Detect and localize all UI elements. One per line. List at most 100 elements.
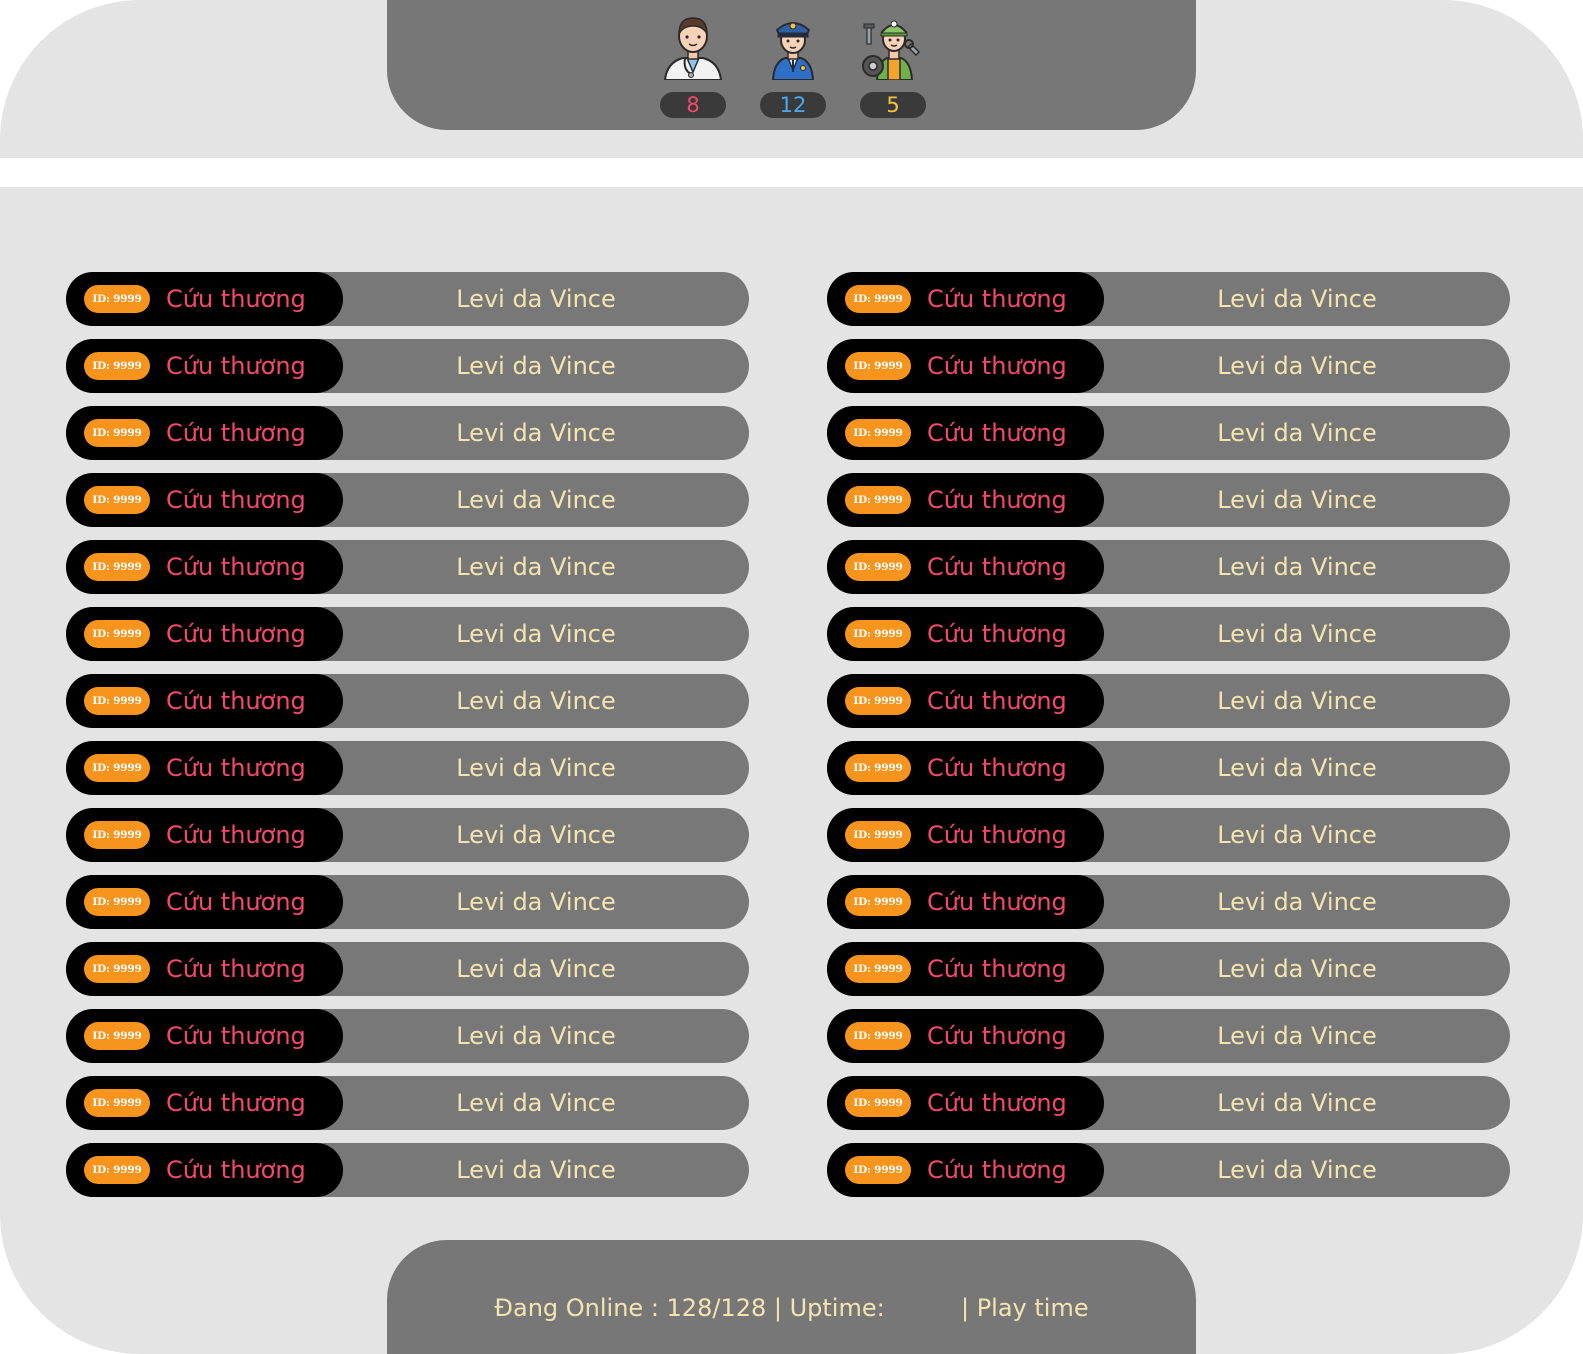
player-name: Levi da Vince: [1217, 352, 1377, 380]
player-row[interactable]: ID: 9999 Cứu thương Levi da Vince: [66, 808, 749, 862]
player-row[interactable]: ID: 9999 Cứu thương Levi da Vince: [66, 942, 749, 996]
player-row[interactable]: ID: 9999 Cứu thương Levi da Vince: [66, 272, 749, 326]
player-name: Levi da Vince: [1217, 1089, 1377, 1117]
player-job-label: Cứu thương: [166, 888, 306, 916]
player-name: Levi da Vince: [456, 285, 616, 313]
player-row-left: ID: 9999 Cứu thương: [827, 339, 1104, 393]
player-row-left: ID: 9999 Cứu thương: [827, 1009, 1104, 1063]
player-name: Levi da Vince: [1217, 955, 1377, 983]
player-row-left: ID: 9999 Cứu thương: [66, 272, 343, 326]
player-row[interactable]: ID: 9999 Cứu thương Levi da Vince: [66, 339, 749, 393]
player-row[interactable]: ID: 9999 Cứu thương Levi da Vince: [66, 674, 749, 728]
player-id-badge: ID: 9999: [84, 352, 150, 380]
player-name: Levi da Vince: [456, 687, 616, 715]
player-name: Levi da Vince: [1217, 821, 1377, 849]
player-row-left: ID: 9999 Cứu thương: [66, 942, 343, 996]
player-name: Levi da Vince: [456, 1156, 616, 1184]
player-id-badge: ID: 9999: [84, 754, 150, 782]
player-row[interactable]: ID: 9999 Cứu thương Levi da Vince: [827, 406, 1510, 460]
player-row[interactable]: ID: 9999 Cứu thương Levi da Vince: [66, 1009, 749, 1063]
player-row[interactable]: ID: 9999 Cứu thương Levi da Vince: [66, 1076, 749, 1130]
doctor-icon: [660, 14, 726, 80]
player-row-left: ID: 9999 Cứu thương: [66, 540, 343, 594]
player-name: Levi da Vince: [456, 754, 616, 782]
player-name: Levi da Vince: [1217, 888, 1377, 916]
player-row-left: ID: 9999 Cứu thương: [66, 607, 343, 661]
player-id-badge: ID: 9999: [84, 620, 150, 648]
player-job-label: Cứu thương: [927, 687, 1067, 715]
player-row-left: ID: 9999 Cứu thương: [827, 272, 1104, 326]
player-job-label: Cứu thương: [166, 1022, 306, 1050]
footer-panel: Đang Online : 128/128 | Uptime: | Play t…: [387, 1240, 1196, 1354]
player-name: Levi da Vince: [456, 821, 616, 849]
player-row[interactable]: ID: 9999 Cứu thương Levi da Vince: [827, 473, 1510, 527]
player-job-label: Cứu thương: [927, 486, 1067, 514]
player-id-badge: ID: 9999: [845, 687, 911, 715]
player-id-badge: ID: 9999: [845, 620, 911, 648]
player-name: Levi da Vince: [456, 1022, 616, 1050]
player-name: Levi da Vince: [456, 486, 616, 514]
player-row[interactable]: ID: 9999 Cứu thương Levi da Vince: [827, 808, 1510, 862]
player-id-badge: ID: 9999: [845, 352, 911, 380]
player-row[interactable]: ID: 9999 Cứu thương Levi da Vince: [827, 1009, 1510, 1063]
player-row-left: ID: 9999 Cứu thương: [827, 473, 1104, 527]
player-row[interactable]: ID: 9999 Cứu thương Levi da Vince: [827, 607, 1510, 661]
player-job-label: Cứu thương: [166, 486, 306, 514]
player-row-left: ID: 9999 Cứu thương: [66, 339, 343, 393]
player-job-label: Cứu thương: [166, 955, 306, 983]
player-name: Levi da Vince: [456, 352, 616, 380]
player-id-badge: ID: 9999: [84, 285, 150, 313]
player-row-left: ID: 9999 Cứu thương: [827, 674, 1104, 728]
doctor-count: 8: [660, 92, 726, 118]
player-id-badge: ID: 9999: [84, 955, 150, 983]
player-job-label: Cứu thương: [166, 419, 306, 447]
player-row-left: ID: 9999 Cứu thương: [66, 741, 343, 795]
player-job-label: Cứu thương: [927, 352, 1067, 380]
player-row[interactable]: ID: 9999 Cứu thương Levi da Vince: [66, 540, 749, 594]
player-row[interactable]: ID: 9999 Cứu thương Levi da Vince: [827, 272, 1510, 326]
player-row[interactable]: ID: 9999 Cứu thương Levi da Vince: [827, 741, 1510, 795]
player-row[interactable]: ID: 9999 Cứu thương Levi da Vince: [827, 875, 1510, 929]
player-job-label: Cứu thương: [166, 821, 306, 849]
player-row[interactable]: ID: 9999 Cứu thương Levi da Vince: [66, 1143, 749, 1197]
police-count: 12: [760, 92, 826, 118]
player-id-badge: ID: 9999: [84, 1022, 150, 1050]
player-name: Levi da Vince: [1217, 620, 1377, 648]
player-row[interactable]: ID: 9999 Cứu thương Levi da Vince: [66, 875, 749, 929]
player-row[interactable]: ID: 9999 Cứu thương Levi da Vince: [66, 607, 749, 661]
player-name: Levi da Vince: [1217, 754, 1377, 782]
player-id-badge: ID: 9999: [845, 553, 911, 581]
player-id-badge: ID: 9999: [84, 687, 150, 715]
player-row-left: ID: 9999 Cứu thương: [66, 674, 343, 728]
player-id-badge: ID: 9999: [845, 1089, 911, 1117]
player-id-badge: ID: 9999: [84, 888, 150, 916]
player-row[interactable]: ID: 9999 Cứu thương Levi da Vince: [827, 1076, 1510, 1130]
player-name: Levi da Vince: [1217, 419, 1377, 447]
player-id-badge: ID: 9999: [84, 821, 150, 849]
role-doctor: 8: [660, 14, 726, 120]
player-row[interactable]: ID: 9999 Cứu thương Levi da Vince: [827, 339, 1510, 393]
player-row[interactable]: ID: 9999 Cứu thương Levi da Vince: [827, 942, 1510, 996]
player-job-label: Cứu thương: [166, 687, 306, 715]
player-row[interactable]: ID: 9999 Cứu thương Levi da Vince: [827, 540, 1510, 594]
player-id-badge: ID: 9999: [84, 1156, 150, 1184]
player-job-label: Cứu thương: [166, 620, 306, 648]
player-row[interactable]: ID: 9999 Cứu thương Levi da Vince: [66, 406, 749, 460]
player-row[interactable]: ID: 9999 Cứu thương Levi da Vince: [66, 473, 749, 527]
player-job-label: Cứu thương: [927, 955, 1067, 983]
player-id-badge: ID: 9999: [845, 1022, 911, 1050]
player-row[interactable]: ID: 9999 Cứu thương Levi da Vince: [827, 674, 1510, 728]
player-row[interactable]: ID: 9999 Cứu thương Levi da Vince: [66, 741, 749, 795]
player-job-label: Cứu thương: [927, 821, 1067, 849]
player-name: Levi da Vince: [1217, 285, 1377, 313]
player-row-left: ID: 9999 Cứu thương: [66, 1009, 343, 1063]
player-row[interactable]: ID: 9999 Cứu thương Levi da Vince: [827, 1143, 1510, 1197]
player-name: Levi da Vince: [456, 955, 616, 983]
player-id-badge: ID: 9999: [84, 553, 150, 581]
player-name: Levi da Vince: [456, 419, 616, 447]
player-id-badge: ID: 9999: [84, 419, 150, 447]
player-row-left: ID: 9999 Cứu thương: [827, 808, 1104, 862]
header-panel: 8 12 5: [387, 0, 1196, 130]
player-job-label: Cứu thương: [166, 754, 306, 782]
player-name: Levi da Vince: [456, 620, 616, 648]
